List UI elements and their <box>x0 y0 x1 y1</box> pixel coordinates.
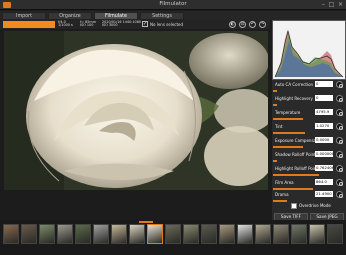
filmstrip-selection-indicator <box>139 221 153 223</box>
reset-icon[interactable] <box>336 81 343 88</box>
rotate-left-icon[interactable]: ↶ <box>249 21 256 28</box>
reset-icon[interactable] <box>336 95 343 102</box>
filename-field <box>3 21 55 28</box>
film-area-value[interactable]: 864.0 <box>315 179 333 185</box>
image-info-bar: f/4.0 1/1000 s f= 85mm ISO 100 2020/01/1… <box>0 20 270 29</box>
tab-bar: Import Organize Filmulate Settings <box>0 11 346 20</box>
filmstrip-thumbnail[interactable] <box>219 224 235 244</box>
highlight-rolloff-slider[interactable] <box>273 174 319 176</box>
reset-icon[interactable] <box>336 123 343 130</box>
filmstrip-thumbnail[interactable] <box>255 224 271 244</box>
highlight-rolloff-value[interactable]: 0.762406 <box>315 165 333 171</box>
filmstrip-thumbnail[interactable] <box>147 224 163 244</box>
tab-settings[interactable]: Settings <box>140 12 184 20</box>
overdrive-checkbox[interactable] <box>291 203 297 209</box>
exposure-info: f/4.0 1/1000 s <box>58 20 73 28</box>
filmstrip-thumbnail[interactable] <box>57 224 73 244</box>
auto-ca-value[interactable]: 0 <box>315 81 333 87</box>
tint-slider[interactable] <box>273 132 305 134</box>
highlight-recovery-row: Highlight Recovery 0 <box>273 94 345 103</box>
iso2-text: ISO 3000 <box>102 23 118 28</box>
filmstrip-thumbnail[interactable] <box>75 224 91 244</box>
highlight-rolloff-row: Highlight Rolloff Point 0.762406 <box>273 164 345 173</box>
drama-value[interactable]: 21.4900 <box>315 191 333 197</box>
reset-icon[interactable] <box>336 179 343 186</box>
title-bar: Filmulator – □ × <box>0 0 346 10</box>
highlight-recovery-value[interactable]: 0 <box>315 95 333 101</box>
film-area-row: Film Area 864.0 <box>273 178 345 187</box>
crop-icon[interactable]: ⊡ <box>239 21 246 28</box>
filmstrip-thumbnail[interactable] <box>39 224 55 244</box>
rotate-right-icon[interactable]: ↷ <box>259 21 266 28</box>
exposure-value[interactable]: 0.0000 <box>315 137 333 143</box>
temperature-label: Temperature <box>275 110 301 115</box>
shadow-rolloff-row: Shadow Rolloff Point 0.000000 <box>273 150 345 159</box>
date-info: 2020/01/16 1440:1080 ISO 3000 <box>102 20 141 28</box>
highlight-rolloff-label: Highlight Rolloff Point <box>275 166 315 171</box>
overdrive-label: Overdrive Mode <box>299 203 331 208</box>
shadow-rolloff-slider[interactable] <box>273 160 277 162</box>
contrast-icon[interactable]: ◐ <box>229 21 236 28</box>
filmstrip-thumbnail[interactable] <box>201 224 217 244</box>
shadow-rolloff-label: Shadow Rolloff Point <box>275 152 315 157</box>
tint-row: Tint 1.0270 <box>273 122 345 131</box>
filmstrip-thumbnail[interactable] <box>3 224 19 244</box>
temperature-slider[interactable] <box>273 118 303 120</box>
filmstrip-thumbnail[interactable] <box>309 224 325 244</box>
auto-ca-label: Auto CA Correction <box>275 82 314 87</box>
maximize-icon[interactable]: □ <box>328 1 335 8</box>
reset-icon[interactable] <box>336 151 343 158</box>
reset-icon[interactable] <box>336 165 343 172</box>
tint-value[interactable]: 1.0270 <box>315 123 333 129</box>
tools-panel: Auto CA Correction 0 Highlight Recovery … <box>272 20 346 235</box>
exposure-row: Exposure Compensati... 0.0000 <box>273 136 345 145</box>
filmstrip-thumbnail[interactable] <box>291 224 307 244</box>
minimize-icon[interactable]: – <box>320 1 327 8</box>
reset-icon[interactable] <box>336 191 343 198</box>
rose-image <box>4 31 268 190</box>
tab-filmulate[interactable]: Filmulate <box>94 12 138 20</box>
temperature-row: Temperature 4795.9 <box>273 108 345 117</box>
auto-ca-row: Auto CA Correction 0 <box>273 80 345 89</box>
overdrive-row: Overdrive Mode <box>273 202 345 210</box>
drama-label: Drama <box>275 192 289 197</box>
histogram-chart <box>273 21 345 79</box>
filmstrip-thumbnail[interactable] <box>129 224 145 244</box>
close-icon[interactable]: × <box>337 1 344 8</box>
filmstrip-thumbnail[interactable] <box>237 224 253 244</box>
reset-icon[interactable] <box>336 109 343 116</box>
filmstrip-thumbnail[interactable] <box>165 224 181 244</box>
tint-label: Tint <box>275 124 283 129</box>
main-photo[interactable] <box>4 31 268 190</box>
filmstrip-thumbnail[interactable] <box>273 224 289 244</box>
auto-ca-slider[interactable] <box>273 90 277 92</box>
filmstrip-thumbnail[interactable] <box>183 224 199 244</box>
film-area-label: Film Area <box>275 180 294 185</box>
filmstrip-thumbnail[interactable] <box>93 224 109 244</box>
tab-import[interactable]: Import <box>2 12 46 20</box>
shutter-text: 1/1000 s <box>58 23 73 28</box>
filmstrip-thumbnail[interactable] <box>327 224 343 244</box>
highlight-recovery-slider[interactable] <box>273 104 277 106</box>
reset-icon[interactable] <box>336 137 343 144</box>
lens-text: No lens selected <box>150 22 184 27</box>
filmstrip-thumbnail[interactable] <box>111 224 127 244</box>
exposure-slider[interactable] <box>273 146 303 148</box>
exposure-label: Exposure Compensati... <box>275 138 315 143</box>
focal-info: f= 85mm ISO 100 <box>80 20 96 28</box>
highlight-recovery-label: Highlight Recovery <box>275 96 313 101</box>
drama-row: Drama 21.4900 <box>273 190 345 199</box>
filmstrip <box>0 220 346 255</box>
shadow-rolloff-value[interactable]: 0.000000 <box>315 151 333 157</box>
histogram <box>272 20 346 80</box>
window-title: Filmulator <box>159 1 187 7</box>
filmstrip-thumbnail[interactable] <box>21 224 37 244</box>
temperature-value[interactable]: 4795.9 <box>315 109 333 115</box>
tab-organize[interactable]: Organize <box>48 12 92 20</box>
lens-checkbox[interactable]: ✓ <box>142 21 148 27</box>
iso-text: ISO 100 <box>80 23 94 28</box>
